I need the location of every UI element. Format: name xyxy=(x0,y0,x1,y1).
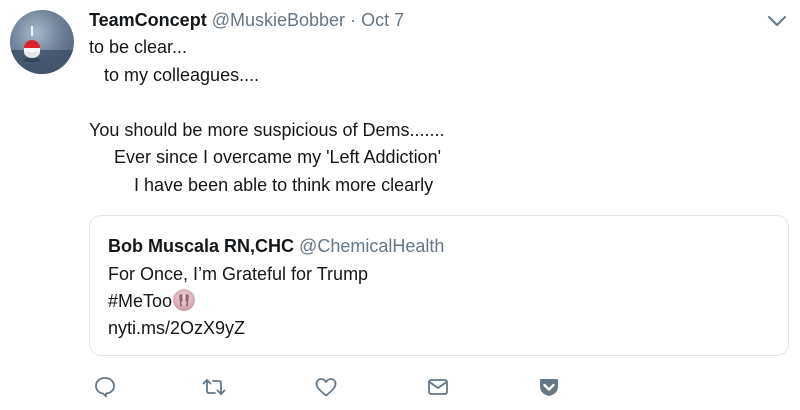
quoted-tweet[interactable]: Bob Muscala RN,CHC @ChemicalHealth For O… xyxy=(89,215,789,356)
quoted-user-handle: @ChemicalHealth xyxy=(299,236,445,256)
heart-icon xyxy=(315,378,337,397)
tweet-text: to be clear... to my colleagues.... You … xyxy=(89,34,445,199)
hashtag: #MeToo xyxy=(108,291,173,311)
quoted-line: For Once, I’m Grateful for Trump xyxy=(108,264,369,284)
display-name[interactable]: TeamConcept xyxy=(89,10,207,30)
user-handle[interactable]: @MuskieBobber xyxy=(212,10,345,30)
reply-icon xyxy=(95,377,115,398)
tweet-line: I have been able to think more clearly xyxy=(89,174,434,195)
envelope-icon xyxy=(428,379,448,395)
fishing-bobber-icon xyxy=(10,26,74,74)
like-button[interactable] xyxy=(313,374,339,400)
quoted-display-name: Bob Muscala RN,CHC xyxy=(108,236,295,256)
quoted-line-hashtag: #MeToo xyxy=(108,288,368,315)
pocket-icon xyxy=(540,379,558,396)
avatar[interactable] xyxy=(10,10,74,74)
tweet-options-button[interactable] xyxy=(766,12,788,30)
tweet-actions xyxy=(0,374,800,404)
quoted-tweet-header: Bob Muscala RN,CHC @ChemicalHealth xyxy=(108,234,444,258)
retweet-button[interactable] xyxy=(201,374,227,400)
save-to-pocket-button[interactable] xyxy=(536,374,562,400)
quoted-tweet-text: For Once, I’m Grateful for Trump #MeToo … xyxy=(108,261,368,342)
chevron-down-icon xyxy=(768,16,786,26)
tweet-line: to my colleagues.... xyxy=(89,64,260,85)
tweet-line: Ever since I overcame my 'Left Addiction… xyxy=(89,147,442,167)
reply-button[interactable] xyxy=(92,374,118,400)
tweet-header: TeamConcept @MuskieBobber · Oct 7 xyxy=(89,8,404,32)
direct-message-button[interactable] xyxy=(425,374,451,400)
tweet-line: You should be more suspicious of Dems...… xyxy=(89,119,445,140)
retweet-icon xyxy=(202,379,226,395)
timestamp[interactable]: Oct 7 xyxy=(361,10,404,30)
raising-hands-emoji-icon xyxy=(173,289,196,311)
tweet-line: to be clear... xyxy=(89,37,188,57)
separator: · xyxy=(350,10,357,30)
quoted-link: nyti.ms/2OzX9yZ xyxy=(108,318,246,338)
tweet-line xyxy=(89,89,445,117)
